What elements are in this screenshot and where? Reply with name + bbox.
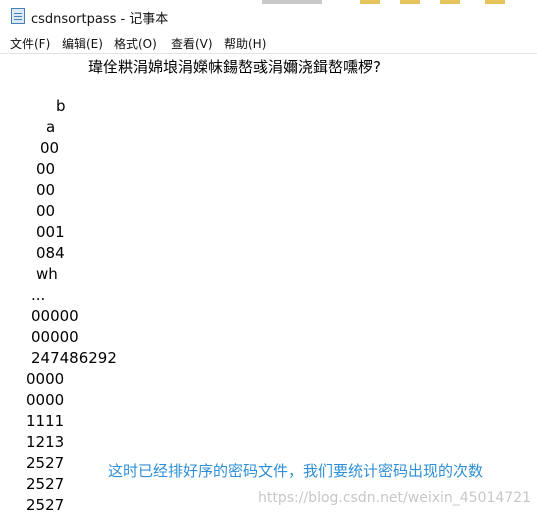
text-line: ...: [31, 286, 46, 304]
text-line: 00: [36, 181, 56, 199]
notepad-icon: [11, 8, 25, 24]
text-line: 瑋佺粠涓婂埌涓嬫帓鍚嶅彧涓嬭浇鍓嶅嚑椤?: [88, 58, 381, 76]
text-line: 2527: [26, 475, 65, 493]
text-line: a: [46, 118, 56, 136]
text-line: wh: [36, 265, 58, 283]
text-line: 1111: [26, 412, 65, 430]
text-line: 084: [36, 244, 65, 262]
title-bar: csdnsortpass - 记事本: [0, 0, 537, 33]
text-line: 1213: [26, 433, 65, 451]
text-line: 001: [36, 223, 65, 241]
background-window-strip: [485, 0, 505, 4]
text-line: 00: [36, 160, 56, 178]
text-line: 2527: [26, 454, 65, 472]
menu-format[interactable]: 格式(O): [114, 35, 157, 52]
text-line: 00: [40, 139, 60, 157]
background-window-strip: [440, 0, 460, 4]
annotation-caption: 这时已经排好序的密码文件，我们要统计密码出现的次数: [108, 462, 484, 480]
text-line: 00000: [31, 328, 79, 346]
text-line: 00: [36, 202, 56, 220]
text-line: 00000: [31, 307, 79, 325]
text-line: b: [56, 97, 66, 115]
menu-edit[interactable]: 编辑(E): [62, 35, 103, 52]
menu-help[interactable]: 帮助(H): [224, 35, 266, 52]
menu-bar: 文件(F) 编辑(E) 格式(O) 查看(V) 帮助(H): [0, 33, 537, 53]
text-line: 0000: [26, 370, 65, 388]
watermark-url: https://blog.csdn.net/weixin_45014721: [258, 490, 532, 506]
text-editor-area[interactable]: 瑋佺粠涓婂埌涓嬫帓鍚嶅彧涓嬭浇鍓嶅嚑椤? b a 00 00 00 00 001…: [0, 54, 537, 521]
window-title: csdnsortpass - 记事本: [31, 12, 169, 27]
menu-view[interactable]: 查看(V): [171, 35, 213, 52]
background-window-strip: [262, 0, 322, 4]
background-window-strip: [360, 0, 380, 4]
text-line: 247486292: [31, 349, 117, 367]
text-line: 2527: [26, 496, 65, 514]
text-line: 0000: [26, 391, 65, 409]
background-window-strip: [400, 0, 420, 4]
menu-file[interactable]: 文件(F): [10, 35, 50, 52]
